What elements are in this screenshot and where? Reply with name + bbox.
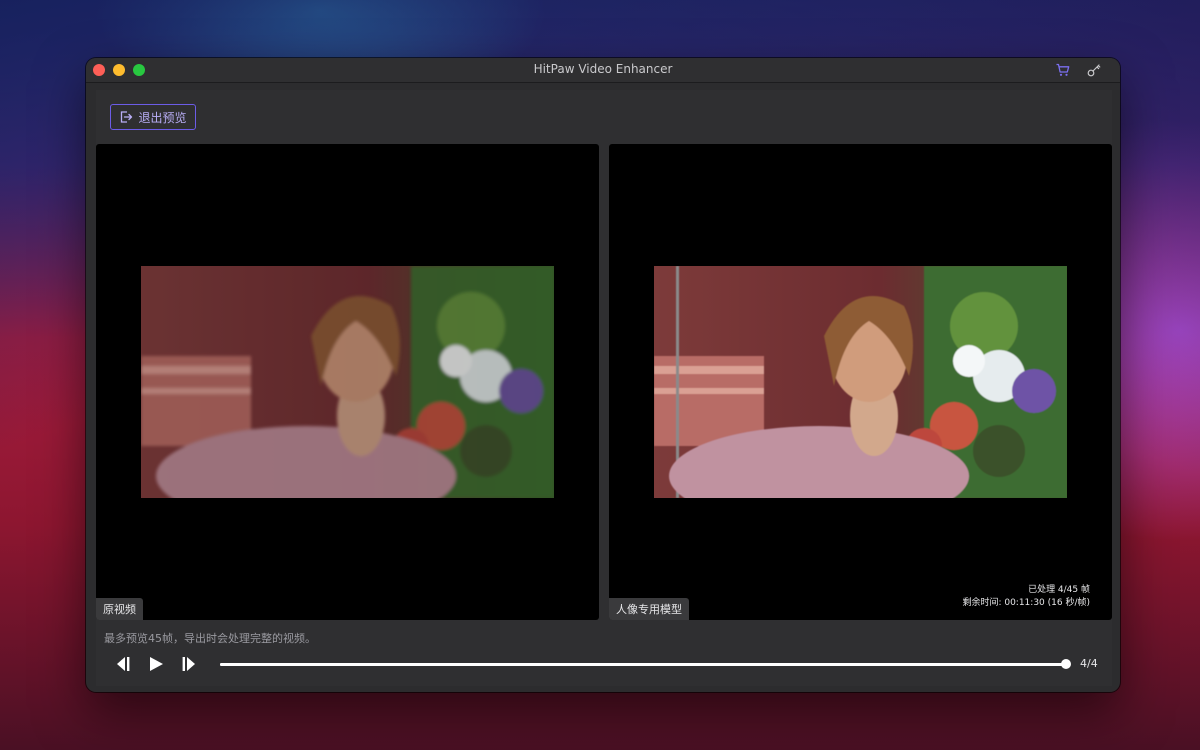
exit-preview-label: 退出预览: [138, 110, 187, 125]
processing-status: 已处理 4/45 帧 剩余时间: 00:11:30 (16 秒/帧): [962, 584, 1090, 610]
main-content: 退出预览 原视频 人像专用模型 已处理 4/45 帧 剩余时间: 00:11:3…: [96, 90, 1112, 686]
preview-note: 最多预览45帧，导出时会处理完整的视频。: [104, 632, 316, 645]
processed-frames-text: 已处理 4/45 帧: [1028, 585, 1090, 595]
exit-preview-button[interactable]: 退出预览: [110, 104, 196, 130]
cart-icon[interactable]: [1055, 62, 1071, 78]
key-icon[interactable]: [1086, 62, 1102, 78]
progress-slider[interactable]: [220, 659, 1071, 669]
progress-fill: [220, 663, 1066, 666]
exit-icon: [121, 111, 133, 123]
step-forward-icon[interactable]: [180, 654, 200, 674]
original-video-pane: 原视频: [96, 144, 599, 620]
original-video-label: 原视频: [96, 598, 143, 620]
progress-handle[interactable]: [1061, 659, 1071, 669]
app-window: HitPaw Video Enhancer 退出预览 原视频 人像专用模型 已处…: [86, 58, 1120, 692]
window-title: HitPaw Video Enhancer: [533, 62, 673, 76]
frame-counter: 4/4: [1080, 657, 1098, 670]
step-back-icon[interactable]: [112, 654, 132, 674]
enhanced-video-frame: [654, 266, 1067, 498]
player-controls: 4/4: [96, 650, 1112, 686]
enhanced-video-pane: 人像专用模型 已处理 4/45 帧 剩余时间: 00:11:30 (16 秒/帧…: [609, 144, 1112, 620]
title-bar: HitPaw Video Enhancer: [86, 58, 1120, 83]
play-icon[interactable]: [146, 654, 166, 674]
enhanced-video-label: 人像专用模型: [609, 598, 689, 620]
remaining-time-text: 剩余时间: 00:11:30 (16 秒/帧): [962, 598, 1090, 608]
original-video-frame: [141, 266, 554, 498]
